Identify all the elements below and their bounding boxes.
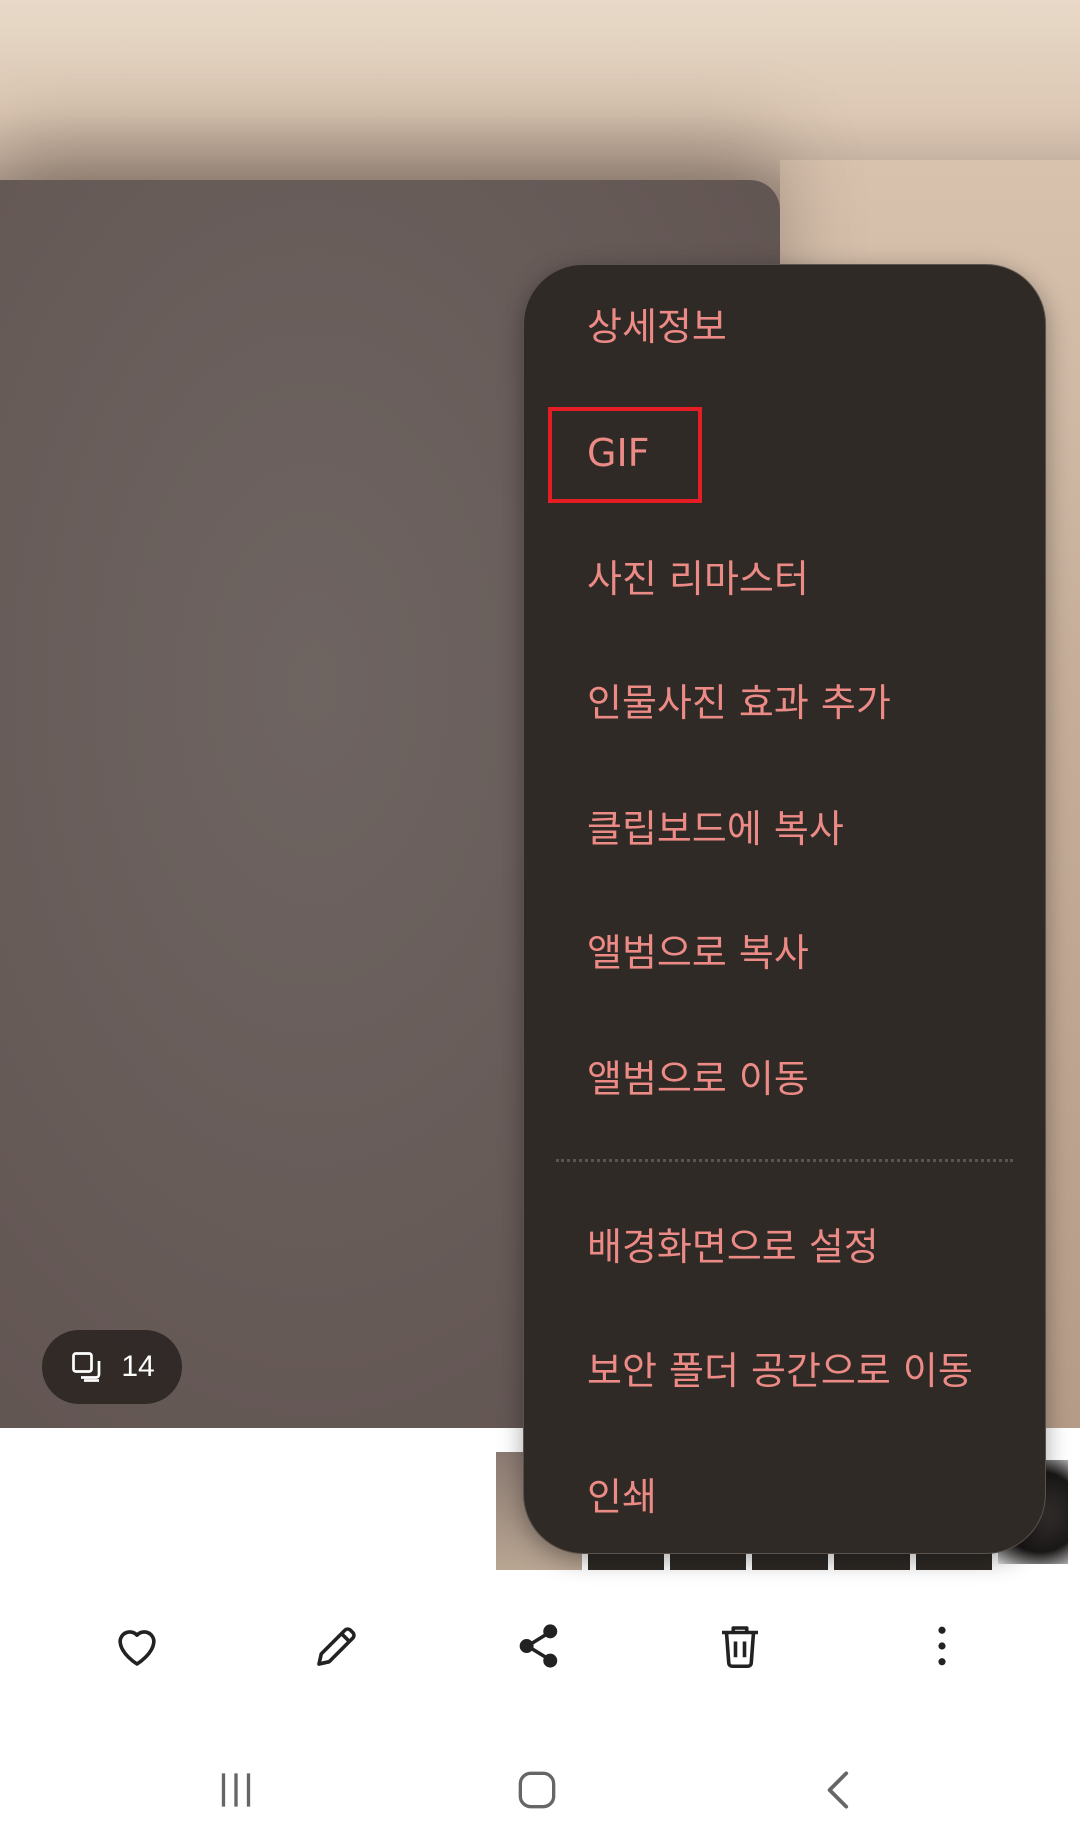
menu-item-copy-to-album[interactable]: 앨범으로 복사 [587,923,809,983]
share-icon [519,1624,558,1668]
recent-apps-icon [221,1773,251,1807]
more-options-menu: 상세정보 GIF 사진 리마스터 인물사진 효과 추가 클립보드에 복사 앨범으… [523,264,1046,1554]
back-button[interactable] [800,1750,880,1830]
menu-item-move-to-album[interactable]: 앨범으로 이동 [587,1049,809,1109]
edit-button[interactable] [301,1610,373,1682]
menu-item-move-secure-folder[interactable]: 보안 폴더 공간으로 이동 [587,1341,973,1401]
home-button[interactable] [497,1750,577,1830]
back-icon [827,1771,849,1809]
menu-item-portrait-effect[interactable]: 인물사진 효과 추가 [587,673,891,733]
multi-image-icon [72,1352,101,1382]
recent-apps-button[interactable] [196,1750,276,1830]
delete-button[interactable] [704,1610,776,1682]
burst-count-badge[interactable]: 14 [42,1330,182,1404]
menu-item-details[interactable]: 상세정보 [587,297,727,357]
more-options-button[interactable] [906,1610,978,1682]
menu-divider [556,1159,1013,1162]
burst-count: 14 [121,1350,155,1383]
home-icon [518,1771,556,1809]
delete-trash-icon [722,1626,758,1669]
system-nav-bar [0,1730,1080,1848]
favorite-button[interactable] [101,1610,173,1682]
share-button[interactable] [503,1610,575,1682]
photo-action-bar [0,1588,1080,1708]
menu-item-set-wallpaper[interactable]: 배경화면으로 설정 [587,1217,879,1277]
more-vertical-icon [938,1626,946,1666]
menu-item-gif[interactable]: GIF [587,423,650,483]
menu-item-copy-clipboard[interactable]: 클립보드에 복사 [587,799,844,859]
edit-pencil-icon [317,1627,356,1666]
menu-item-remaster[interactable]: 사진 리마스터 [587,549,809,609]
heart-icon [118,1630,156,1666]
menu-item-print[interactable]: 인쇄 [587,1467,657,1527]
